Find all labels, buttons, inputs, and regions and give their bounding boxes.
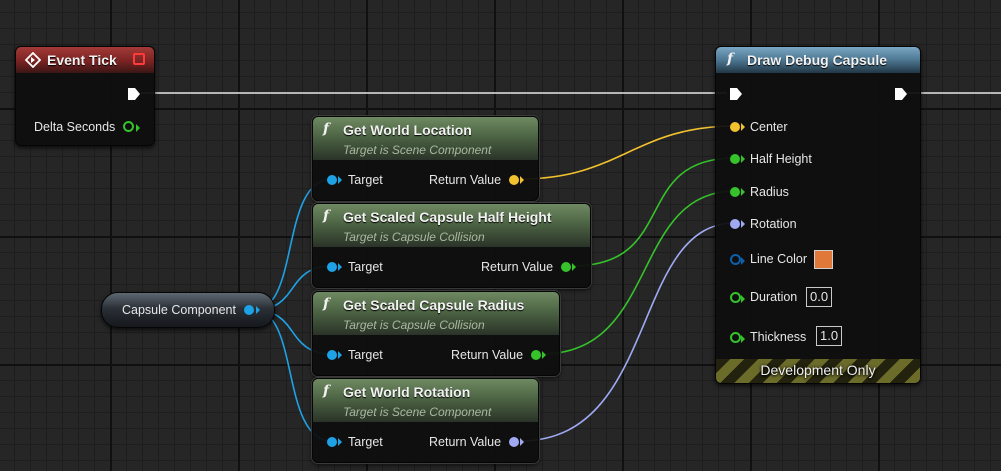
duration-input[interactable]: 0.0 — [806, 287, 833, 307]
line-color-pin[interactable] — [730, 254, 741, 265]
get-half-height-title: Get Scaled Capsule Half Height — [343, 209, 552, 225]
event-icon — [25, 52, 41, 68]
target-label: Target — [348, 348, 383, 362]
get-half-height-header: f Get Scaled Capsule Half Height Target … — [313, 204, 590, 247]
thickness-label: Thickness — [750, 330, 807, 344]
return-value-pin-arrow — [542, 351, 546, 359]
half-height-pin-arrow — [741, 155, 745, 163]
event-tick-node[interactable]: Event Tick Delta Seconds — [15, 46, 155, 146]
wire-location-center[interactable] — [520, 125, 736, 180]
function-icon: f — [323, 296, 330, 312]
return-value-pin[interactable] — [531, 350, 541, 360]
line-color-label: Line Color — [750, 252, 807, 266]
get-radius-header: f Get Scaled Capsule Radius Target is Ca… — [313, 292, 559, 335]
get-world-rotation-subtitle: Target is Scene Component — [343, 405, 492, 419]
return-value-label: Return Value — [429, 173, 502, 187]
duration-pin[interactable] — [730, 292, 741, 303]
center-label: Center — [750, 120, 788, 134]
rotation-label: Rotation — [750, 217, 797, 231]
line-color-swatch[interactable] — [814, 250, 833, 269]
delta-seconds-pin-arrow — [136, 124, 140, 132]
get-world-rotation-header: f Get World Rotation Target is Scene Com… — [313, 379, 538, 422]
get-world-location-title: Get World Location — [343, 122, 472, 138]
draw-debug-capsule-node[interactable]: f Draw Debug Capsule Center Half Height … — [715, 46, 921, 384]
thickness-pin[interactable] — [730, 332, 741, 343]
draw-debug-capsule-title: Draw Debug Capsule — [747, 52, 888, 68]
target-pin-arrow — [338, 351, 342, 359]
function-icon: f — [323, 383, 330, 399]
thickness-pin-arrow — [741, 335, 745, 343]
wire-halfheight[interactable] — [571, 157, 736, 267]
get-world-location-node[interactable]: f Get World Location Target is Scene Com… — [312, 116, 539, 201]
target-pin-arrow — [338, 263, 342, 271]
capsule-component-pin[interactable] — [244, 305, 254, 315]
event-tick-title: Event Tick — [47, 52, 117, 68]
get-world-rotation-node[interactable]: f Get World Rotation Target is Scene Com… — [312, 378, 539, 463]
return-value-label: Return Value — [451, 348, 524, 362]
development-only-banner: Development Only — [716, 359, 920, 383]
get-radius-node[interactable]: f Get Scaled Capsule Radius Target is Ca… — [312, 291, 560, 376]
target-pin[interactable] — [327, 175, 337, 185]
get-world-location-subtitle: Target is Scene Component — [343, 143, 492, 157]
center-pin-arrow — [741, 123, 745, 131]
get-radius-title: Get Scaled Capsule Radius — [343, 297, 525, 313]
target-pin-arrow — [338, 438, 342, 446]
exec-in-pin[interactable] — [729, 87, 743, 101]
target-label: Target — [348, 435, 383, 449]
get-world-location-header: f Get World Location Target is Scene Com… — [313, 117, 538, 160]
event-tick-header: Event Tick — [16, 47, 154, 73]
half-height-pin[interactable] — [730, 154, 740, 164]
rotation-pin-arrow — [741, 220, 745, 228]
radius-pin[interactable] — [730, 187, 740, 197]
return-value-pin[interactable] — [509, 437, 519, 447]
get-half-height-subtitle: Target is Capsule Collision — [343, 230, 485, 244]
rotation-pin[interactable] — [730, 219, 740, 229]
return-value-label: Return Value — [429, 435, 502, 449]
capsule-component-node[interactable]: Capsule Component — [101, 292, 275, 328]
delta-seconds-pin[interactable] — [123, 121, 134, 132]
return-value-label: Return Value — [481, 260, 554, 274]
get-radius-subtitle: Target is Capsule Collision — [343, 318, 485, 332]
duration-label: Duration — [750, 290, 798, 304]
line-color-pin-arrow — [741, 257, 745, 265]
exec-out-pin[interactable] — [127, 87, 141, 101]
duration-pin-arrow — [741, 295, 745, 303]
close-icon[interactable] — [133, 53, 145, 65]
function-icon: f — [323, 208, 330, 224]
target-pin[interactable] — [327, 262, 337, 272]
half-height-label: Half Height — [750, 152, 812, 166]
development-only-label: Development Only — [760, 362, 876, 378]
thickness-input[interactable]: 1.0 — [816, 326, 843, 346]
delta-seconds-label: Delta Seconds — [34, 120, 116, 134]
target-pin[interactable] — [327, 437, 337, 447]
draw-debug-capsule-header: f Draw Debug Capsule — [716, 47, 920, 73]
return-value-pin-arrow — [520, 438, 524, 446]
return-value-pin-arrow — [520, 176, 524, 184]
return-value-pin[interactable] — [509, 175, 519, 185]
get-world-rotation-title: Get World Rotation — [343, 384, 471, 400]
target-label: Target — [348, 260, 383, 274]
target-pin[interactable] — [327, 350, 337, 360]
radius-pin-arrow — [741, 188, 745, 196]
capsule-component-pin-arrow — [256, 306, 260, 314]
exec-out-pin[interactable] — [894, 87, 908, 101]
target-label: Target — [348, 173, 383, 187]
radius-label: Radius — [750, 185, 789, 199]
center-pin[interactable] — [730, 122, 740, 132]
capsule-component-label: Capsule Component — [122, 303, 236, 317]
get-half-height-node[interactable]: f Get Scaled Capsule Half Height Target … — [312, 203, 591, 288]
target-pin-arrow — [338, 176, 342, 184]
return-value-pin-arrow — [572, 263, 576, 271]
function-icon: f — [323, 121, 330, 137]
function-icon: f — [727, 51, 734, 67]
return-value-pin[interactable] — [561, 262, 571, 272]
